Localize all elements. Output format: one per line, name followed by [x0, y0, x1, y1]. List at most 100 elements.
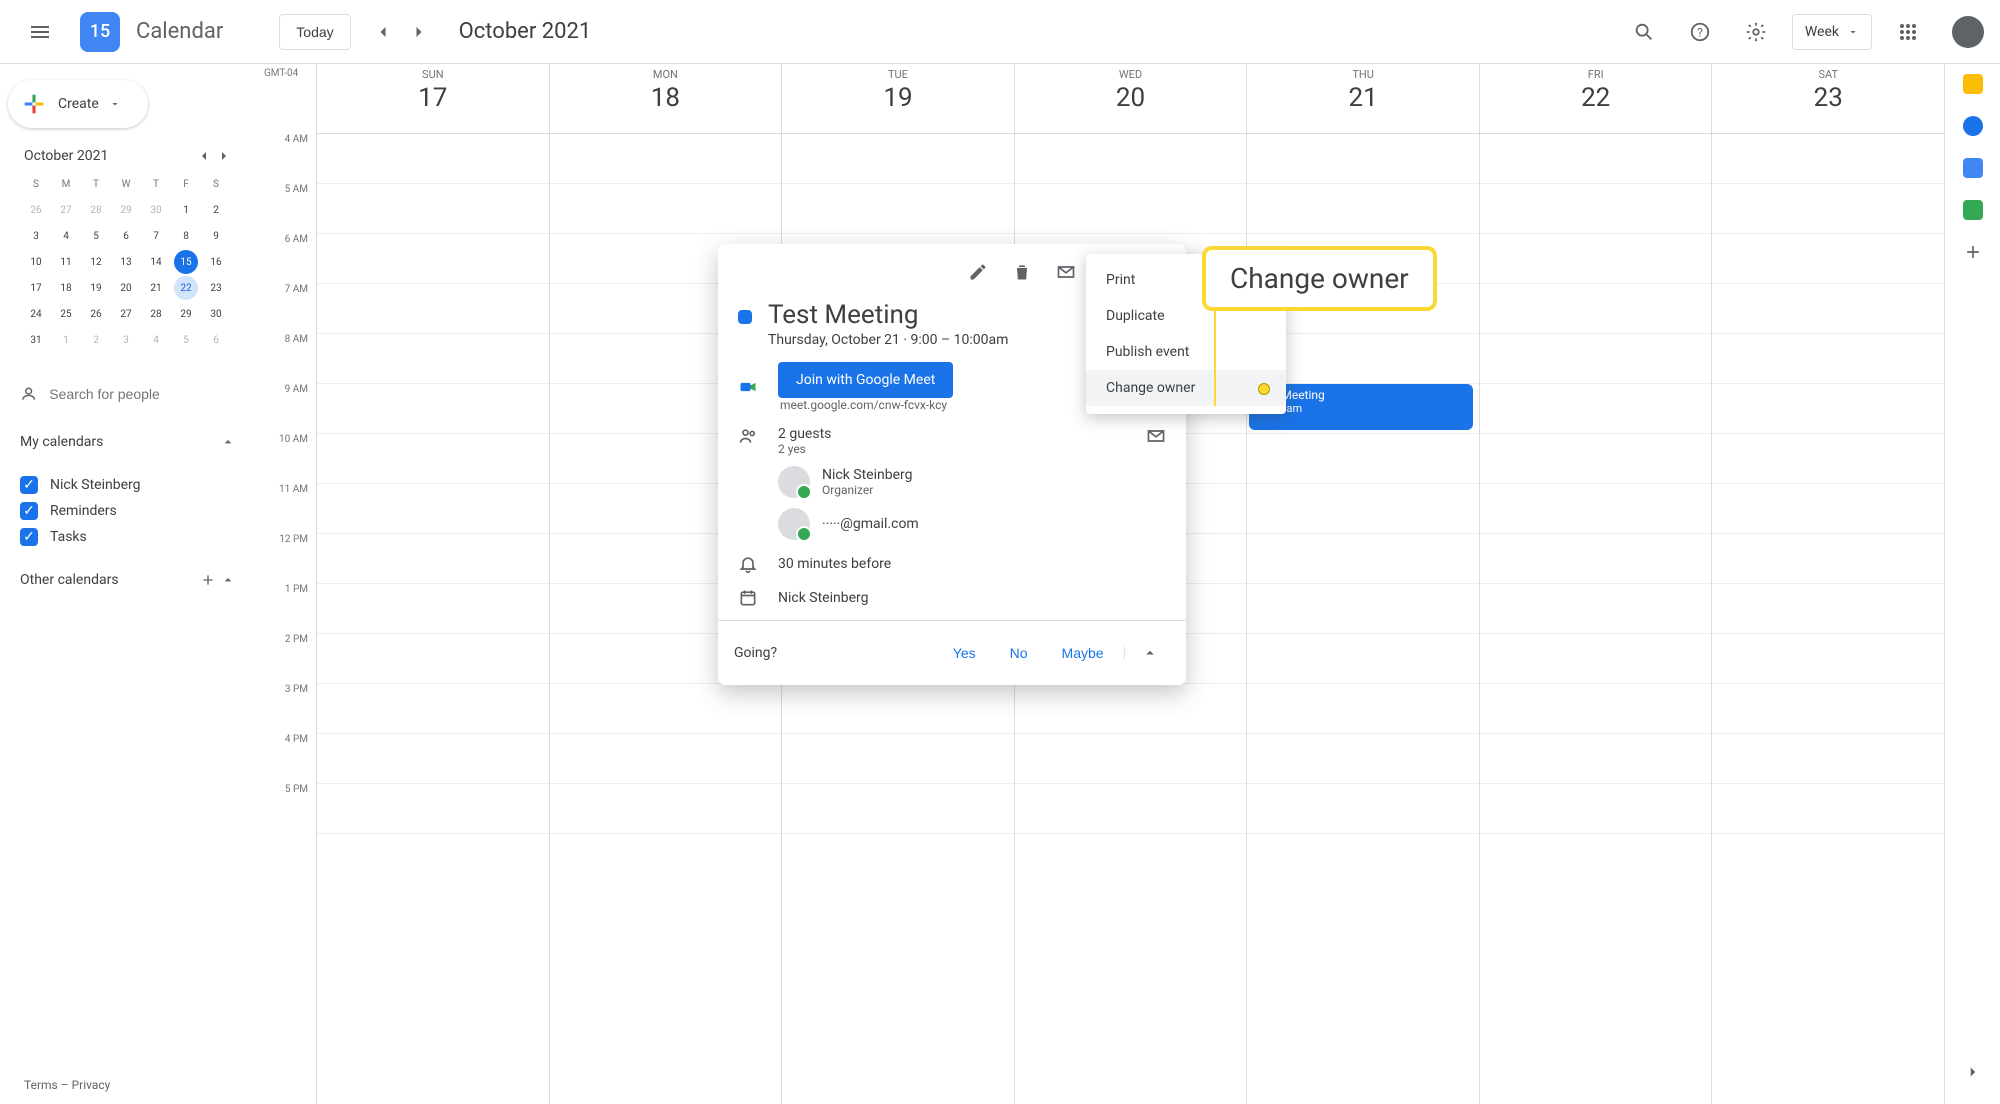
mini-cal-day[interactable]: 28: [84, 198, 108, 222]
context-menu-item[interactable]: Publish event: [1086, 334, 1286, 370]
mini-cal-day[interactable]: 8: [174, 224, 198, 248]
calendar-checkbox[interactable]: ✓: [20, 476, 38, 494]
mini-cal-day[interactable]: 26: [84, 302, 108, 326]
mini-cal-day[interactable]: 19: [84, 276, 108, 300]
mail-guests-icon[interactable]: [1146, 426, 1166, 446]
add-calendar-icon[interactable]: [200, 572, 216, 588]
mini-cal-day[interactable]: 2: [204, 198, 228, 222]
mini-cal-day[interactable]: 5: [84, 224, 108, 248]
email-guests-icon[interactable]: [1046, 252, 1086, 292]
mini-cal-day[interactable]: 16: [204, 250, 228, 274]
mini-cal-day[interactable]: 6: [114, 224, 138, 248]
terms-link[interactable]: Terms: [24, 1078, 58, 1092]
rsvp-no-button[interactable]: No: [995, 638, 1043, 668]
day-header[interactable]: TUE19: [781, 64, 1014, 133]
tasks-icon[interactable]: [1963, 116, 1983, 136]
account-avatar[interactable]: [1952, 16, 1984, 48]
mini-cal-day[interactable]: 3: [114, 328, 138, 352]
today-button[interactable]: Today: [279, 14, 350, 50]
next-week-button[interactable]: [403, 16, 435, 48]
my-calendars-toggle[interactable]: My calendars: [8, 424, 248, 460]
day-column[interactable]: [1479, 134, 1712, 1104]
mini-cal-day[interactable]: 11: [54, 250, 78, 274]
rsvp-maybe-button[interactable]: Maybe: [1047, 638, 1119, 668]
event-color-dot: [738, 310, 752, 324]
day-header[interactable]: THU21: [1246, 64, 1479, 133]
mini-cal-day[interactable]: 21: [144, 276, 168, 300]
search-people-input[interactable]: [49, 386, 236, 402]
day-column[interactable]: [316, 134, 549, 1104]
maps-icon[interactable]: [1963, 200, 1983, 220]
mini-cal-day[interactable]: 30: [144, 198, 168, 222]
delete-event-icon[interactable]: [1002, 252, 1042, 292]
privacy-link[interactable]: Privacy: [72, 1078, 111, 1092]
mini-cal-day[interactable]: 3: [24, 224, 48, 248]
mini-cal-day[interactable]: 4: [144, 328, 168, 352]
support-icon[interactable]: ?: [1680, 12, 1720, 52]
mini-cal-day[interactable]: 1: [54, 328, 78, 352]
calendar-list-item[interactable]: ✓Tasks: [8, 524, 248, 550]
mini-cal-day[interactable]: 17: [24, 276, 48, 300]
google-apps-icon[interactable]: [1888, 12, 1928, 52]
mini-cal-day[interactable]: 12: [84, 250, 108, 274]
mini-cal-day[interactable]: 15: [174, 250, 198, 274]
mini-cal-day[interactable]: 27: [114, 302, 138, 326]
mini-cal-day[interactable]: 10: [24, 250, 48, 274]
contacts-icon[interactable]: [1963, 158, 1983, 178]
calendar-checkbox[interactable]: ✓: [20, 502, 38, 520]
context-menu-item[interactable]: Change owner: [1086, 370, 1286, 406]
calendar-checkbox[interactable]: ✓: [20, 528, 38, 546]
guest-item[interactable]: Nick SteinbergOrganizer: [778, 466, 1126, 498]
rsvp-collapse-icon[interactable]: [1130, 633, 1170, 673]
mini-cal-prev-button[interactable]: [196, 148, 212, 164]
mini-cal-day[interactable]: 23: [204, 276, 228, 300]
main-menu-button[interactable]: [16, 8, 64, 56]
rsvp-yes-button[interactable]: Yes: [938, 638, 991, 668]
mini-cal-day[interactable]: 22: [174, 276, 198, 300]
day-header[interactable]: WED20: [1014, 64, 1247, 133]
keep-icon[interactable]: [1963, 74, 1983, 94]
mini-cal-day[interactable]: 1: [174, 198, 198, 222]
mini-cal-day[interactable]: 24: [24, 302, 48, 326]
day-header[interactable]: MON18: [549, 64, 782, 133]
day-header[interactable]: FRI22: [1479, 64, 1712, 133]
mini-cal-day[interactable]: 13: [114, 250, 138, 274]
mini-cal-day[interactable]: 6: [204, 328, 228, 352]
guest-item[interactable]: ·····@gmail.com: [778, 508, 1126, 540]
calendar-logo-icon: 15: [80, 12, 120, 52]
settings-gear-icon[interactable]: [1736, 12, 1776, 52]
mini-cal-day[interactable]: 4: [54, 224, 78, 248]
join-meet-button[interactable]: Join with Google Meet: [778, 362, 953, 398]
show-side-panel-icon[interactable]: [1953, 1052, 1993, 1092]
view-selector[interactable]: Week: [1792, 14, 1872, 50]
mini-cal-day[interactable]: 18: [54, 276, 78, 300]
calendar-list-item[interactable]: ✓Nick Steinberg: [8, 472, 248, 498]
create-button[interactable]: Create: [8, 80, 148, 128]
calendar-list-item[interactable]: ✓Reminders: [8, 498, 248, 524]
day-header[interactable]: SUN17: [316, 64, 549, 133]
mini-cal-day[interactable]: 20: [114, 276, 138, 300]
mini-cal-day[interactable]: 25: [54, 302, 78, 326]
mini-cal-day[interactable]: 9: [204, 224, 228, 248]
mini-cal-day[interactable]: 7: [144, 224, 168, 248]
mini-cal-day[interactable]: 29: [114, 198, 138, 222]
day-header[interactable]: SAT23: [1711, 64, 1944, 133]
search-icon[interactable]: [1624, 12, 1664, 52]
edit-event-icon[interactable]: [958, 252, 998, 292]
mini-cal-day[interactable]: 31: [24, 328, 48, 352]
mini-cal-day[interactable]: 27: [54, 198, 78, 222]
other-calendars-toggle[interactable]: Other calendars: [8, 562, 248, 598]
search-people[interactable]: [8, 376, 248, 412]
mini-cal-day[interactable]: 29: [174, 302, 198, 326]
day-column[interactable]: [1711, 134, 1944, 1104]
mini-cal-day[interactable]: 5: [174, 328, 198, 352]
mini-cal-day[interactable]: 14: [144, 250, 168, 274]
mini-cal-day[interactable]: 2: [84, 328, 108, 352]
mini-cal-day[interactable]: 28: [144, 302, 168, 326]
mini-cal-day[interactable]: 26: [24, 198, 48, 222]
add-icon[interactable]: [1963, 242, 1983, 262]
time-slot-label: 12 PM: [256, 534, 316, 584]
mini-cal-next-button[interactable]: [216, 148, 232, 164]
mini-cal-day[interactable]: 30: [204, 302, 228, 326]
prev-week-button[interactable]: [367, 16, 399, 48]
